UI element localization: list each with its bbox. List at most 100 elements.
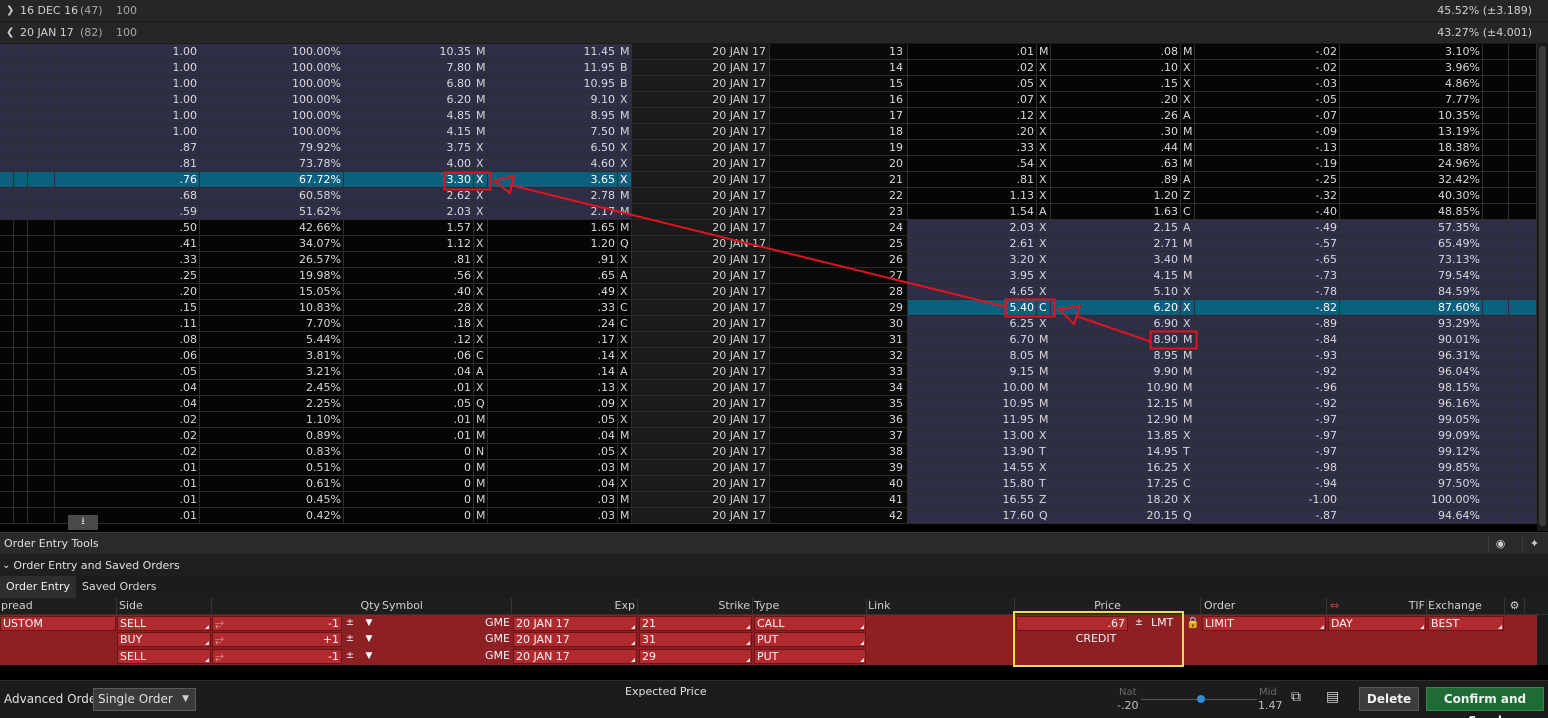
cell-bid[interactable]: 4.00 [344,156,474,172]
cell-bid[interactable]: 2.03 [344,204,474,220]
expiration-row-jan[interactable]: ❮ 20 JAN 17 (82) 100 43.27% (±4.001) [0,22,1548,44]
cell-bid[interactable]: 4.85 [344,108,474,124]
cell-pask[interactable]: 3.40 [1051,252,1181,268]
tab-saved-orders[interactable]: Saved Orders [76,576,162,598]
cell-ask[interactable]: 10.95 [488,76,618,92]
cell-pbid[interactable]: 13.90 [908,444,1037,460]
cell-ask[interactable]: .03 [488,460,618,476]
cell-delta[interactable]: .01 [55,460,200,476]
cell-pprob[interactable]: 32.42% [1340,172,1483,188]
cell-exp[interactable]: 20 JAN 17 [632,60,770,76]
chain-row-strike-40[interactable]: .01 0.61% 0 M .04 X 20 JAN 17 40 15.80 T 17.25 C -.9… [0,476,1537,492]
cell-exp[interactable]: 20 JAN 17 [632,108,770,124]
cell-ask[interactable]: .17 [488,332,618,348]
cell-ask[interactable]: 7.50 [488,124,618,140]
cell-pbid[interactable]: .54 [908,156,1037,172]
cell-pbid[interactable]: .05 [908,76,1037,92]
cell-pprob[interactable]: 73.13% [1340,252,1483,268]
cell-pask[interactable]: 12.15 [1051,396,1181,412]
cell-prob[interactable]: 34.07% [200,236,344,252]
qty-stepper[interactable]: ± [344,649,356,664]
qty-dropdown-icon[interactable]: ▼ [362,616,376,631]
exp-select[interactable]: 20 JAN 17 [513,632,637,647]
chain-row-strike-25[interactable]: .41 34.07% 1.12 X 1.20 Q 20 JAN 17 25 2.61 X 2.71 M… [0,236,1537,252]
cell-prob[interactable]: 26.57% [200,252,344,268]
cell-pprob[interactable]: 18.38% [1340,140,1483,156]
cell-bid[interactable]: 1.12 [344,236,474,252]
cell-pdelta[interactable]: -.84 [1195,332,1340,348]
pin-icon[interactable]: ✦ [1522,535,1546,553]
type-select[interactable]: CALL [754,616,866,631]
cell-strike[interactable]: 23 [770,204,908,220]
cell-prob[interactable]: 100.00% [200,60,344,76]
cell-exp[interactable]: 20 JAN 17 [632,316,770,332]
cell-pask[interactable]: 17.25 [1051,476,1181,492]
chain-row-strike-29[interactable]: .15 10.83% .28 X .33 C 20 JAN 17 29 5.40 C 6.20 X -.… [0,300,1537,316]
cell-pbid[interactable]: 3.20 [908,252,1037,268]
qty-dropdown-icon[interactable]: ▼ [362,632,376,647]
cell-strike[interactable]: 26 [770,252,908,268]
cell-delta[interactable]: .02 [55,444,200,460]
cell-bid[interactable]: .06 [344,348,474,364]
link-icon[interactable]: ⇔ [1327,598,1339,614]
cell-delta[interactable]: .04 [55,396,200,412]
cell-delta[interactable]: .33 [55,252,200,268]
cell-pask[interactable]: .30 [1051,124,1181,140]
expiration-row-dec[interactable]: ❯ 16 DEC 16 (47) 100 45.52% (±3.189) [0,0,1548,22]
strike-select[interactable]: 29 [639,649,752,664]
cell-bid[interactable]: 0 [344,476,474,492]
cell-exp[interactable]: 20 JAN 17 [632,220,770,236]
cell-bid[interactable]: 0 [344,460,474,476]
cell-ask[interactable]: 11.45 [488,44,618,60]
cell-pprob[interactable]: 99.12% [1340,444,1483,460]
cell-exp[interactable]: 20 JAN 17 [632,204,770,220]
cell-pbid[interactable]: 2.03 [908,220,1037,236]
cell-ask[interactable]: 9.10 [488,92,618,108]
cell-bid[interactable]: 2.62 [344,188,474,204]
cell-ask[interactable]: .03 [488,508,618,524]
chain-row-strike-22[interactable]: .68 60.58% 2.62 X 2.78 M 20 JAN 17 22 1.13 X 1.20 Z… [0,188,1537,204]
cell-pbid[interactable]: .81 [908,172,1037,188]
cell-pdelta[interactable]: -.13 [1195,140,1340,156]
cell-prob[interactable]: 67.72% [200,172,344,188]
chevron-down-icon[interactable]: ⌄ [2,560,10,571]
cell-pbid[interactable]: .33 [908,140,1037,156]
cell-pbid[interactable]: 4.65 [908,284,1037,300]
chain-row-strike-38[interactable]: .02 0.83% 0 N .05 X 20 JAN 17 38 13.90 T 14.95 T -.9… [0,444,1537,460]
cell-bid[interactable]: 4.15 [344,124,474,140]
cell-delta[interactable]: .08 [55,332,200,348]
cell-pdelta[interactable]: -.93 [1195,348,1340,364]
cell-strike[interactable]: 15 [770,76,908,92]
side-select[interactable]: BUY [117,632,211,647]
cell-pask[interactable]: 12.90 [1051,412,1181,428]
cell-exp[interactable]: 20 JAN 17 [632,428,770,444]
cell-bid[interactable]: 6.80 [344,76,474,92]
cell-pdelta[interactable]: -.03 [1195,76,1340,92]
cell-pprob[interactable]: 99.09% [1340,428,1483,444]
cell-prob[interactable]: 0.89% [200,428,344,444]
cell-pbid[interactable]: 1.13 [908,188,1037,204]
cell-bid[interactable]: .01 [344,412,474,428]
cell-strike[interactable]: 38 [770,444,908,460]
cell-prob[interactable]: 51.62% [200,204,344,220]
cell-exp[interactable]: 20 JAN 17 [632,476,770,492]
cell-prob[interactable]: 7.70% [200,316,344,332]
cell-strike[interactable]: 27 [770,268,908,284]
cell-strike[interactable]: 18 [770,124,908,140]
cell-pbid[interactable]: 17.60 [908,508,1037,524]
cell-ask[interactable]: 8.95 [488,108,618,124]
cell-ask[interactable]: .03 [488,492,618,508]
cell-pprob[interactable]: 57.35% [1340,220,1483,236]
cell-strike[interactable]: 39 [770,460,908,476]
cell-pprob[interactable]: 13.19% [1340,124,1483,140]
cell-pask[interactable]: 16.25 [1051,460,1181,476]
cell-ask[interactable]: .65 [488,268,618,284]
cell-delta[interactable]: .87 [55,140,200,156]
cell-exp[interactable]: 20 JAN 17 [632,492,770,508]
cell-strike[interactable]: 16 [770,92,908,108]
cell-pbid[interactable]: 6.25 [908,316,1037,332]
cell-bid[interactable]: 6.20 [344,92,474,108]
cell-pask[interactable]: 2.15 [1051,220,1181,236]
cell-strike[interactable]: 37 [770,428,908,444]
chain-row-strike-26[interactable]: .33 26.57% .81 X .91 X 20 JAN 17 26 3.20 X 3.40 M -.… [0,252,1537,268]
